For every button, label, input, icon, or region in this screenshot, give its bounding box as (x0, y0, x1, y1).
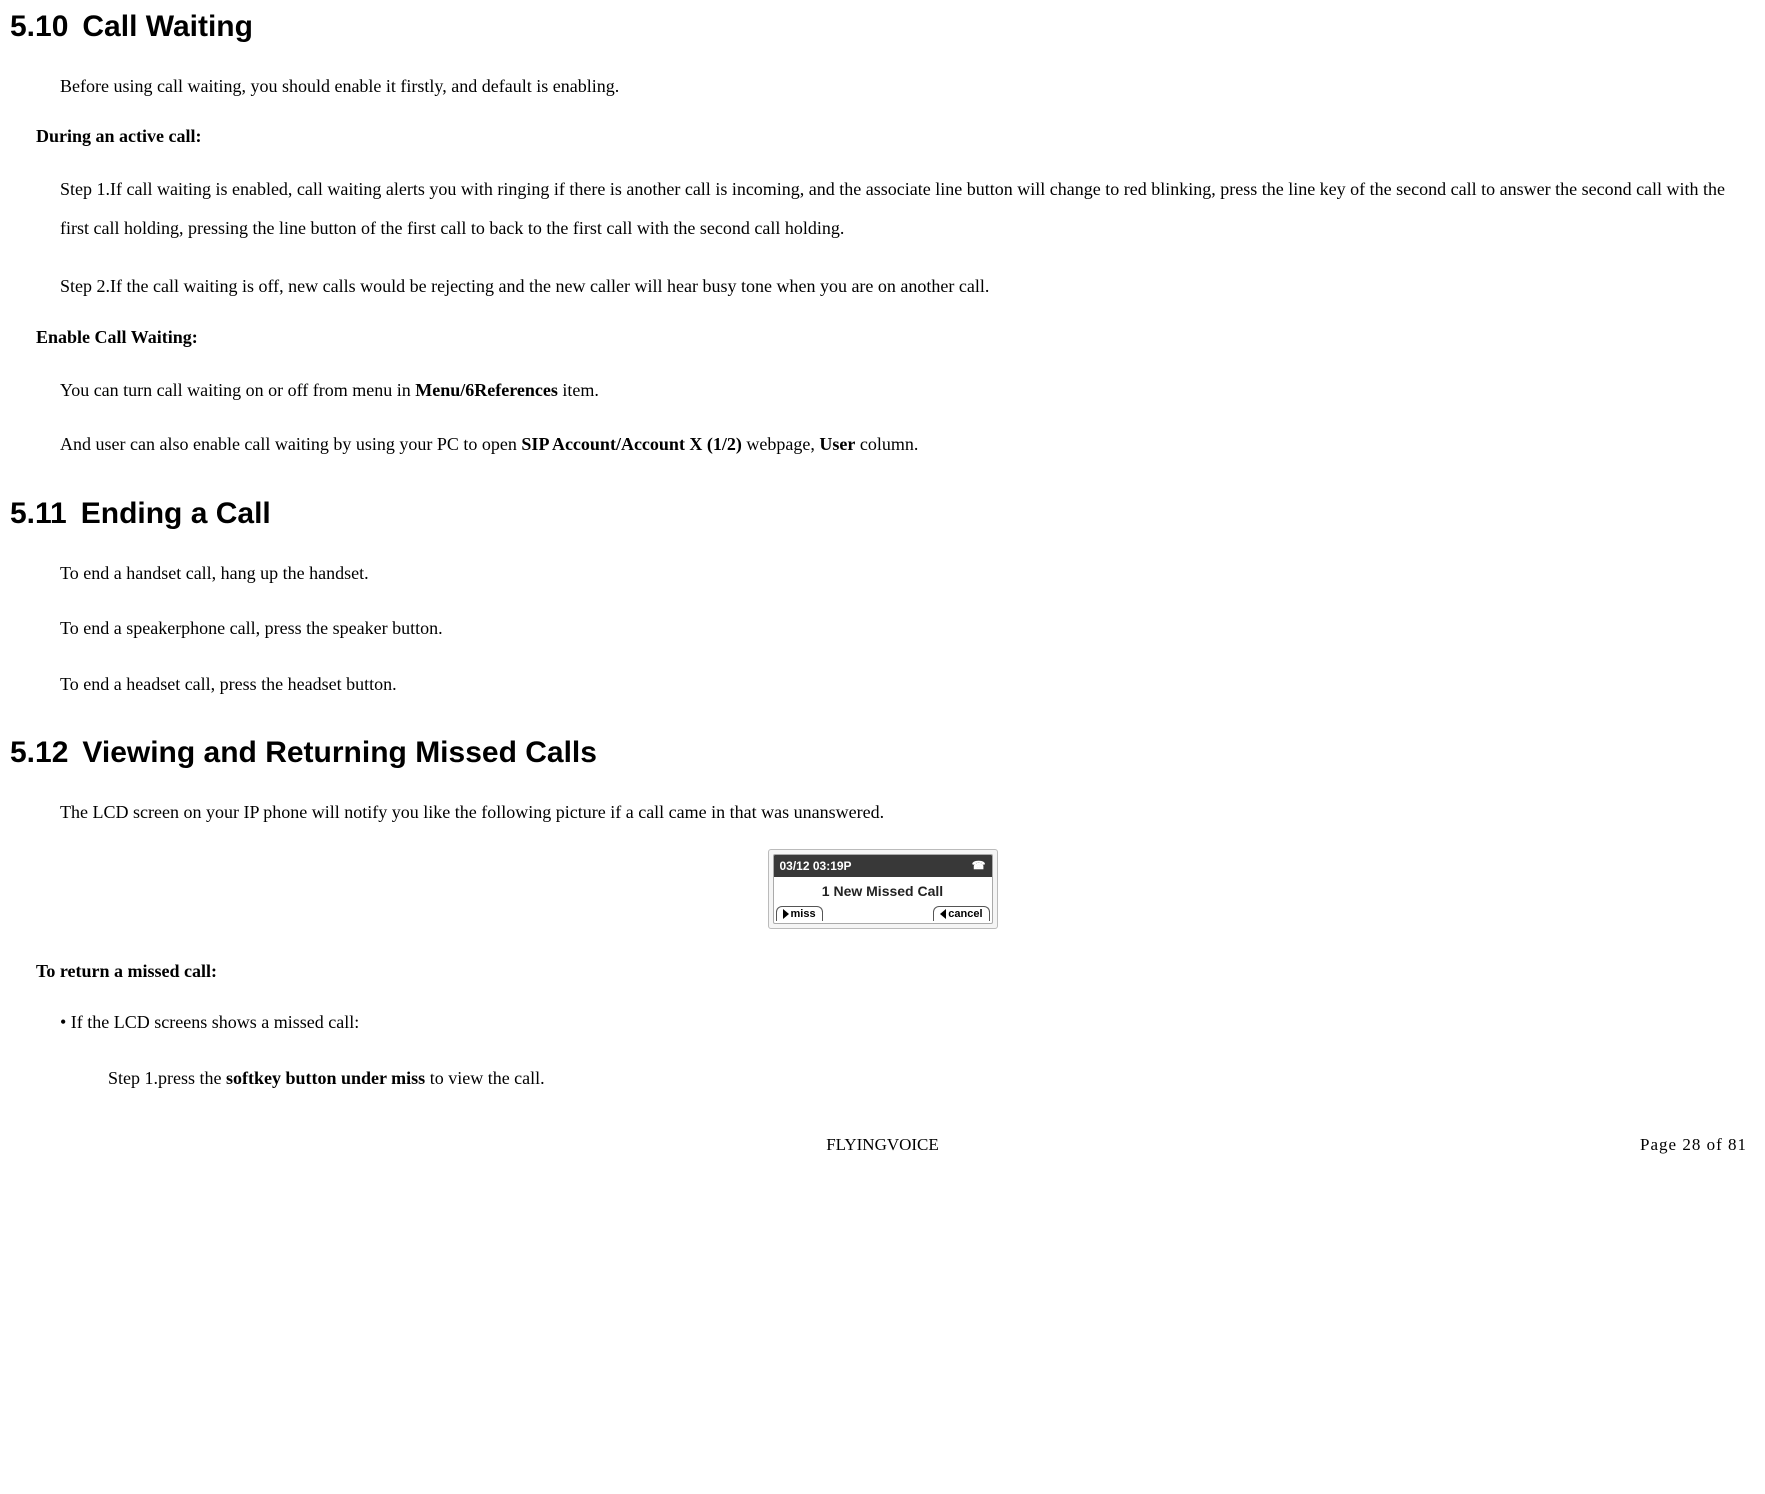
softkey-label: miss (791, 907, 816, 921)
bold-menu-references: Menu/6References (415, 380, 558, 400)
lcd-frame: 03/12 03:19P ☎ 1 New Missed Call miss ca… (768, 849, 998, 929)
enable-line-2: And user can also enable call waiting by… (60, 425, 1755, 465)
page-footer: FLYINGVOICE Page 28 of 81 (10, 1132, 1755, 1158)
section-heading-5-10: 5.10 Call Waiting (10, 4, 1755, 49)
missed-call-step1: Step 1.press the softkey button under mi… (108, 1059, 1755, 1099)
ending-speaker-text: To end a speakerphone call, press the sp… (60, 609, 1755, 649)
subheading-return-missed-call: To return a missed call: (10, 958, 1755, 985)
softkey-left-icon (783, 909, 789, 919)
text-fragment: webpage, (742, 434, 819, 454)
softkey-right-icon (940, 909, 946, 919)
step-1-text: Step 1.If call waiting is enabled, call … (60, 170, 1755, 249)
text-fragment: to view the call. (425, 1068, 544, 1088)
bold-softkey-miss: softkey button under miss (226, 1068, 425, 1088)
ending-headset-text: To end a headset call, press the headset… (60, 665, 1755, 705)
footer-page-number: Page 28 of 81 (1640, 1132, 1747, 1158)
intro-text: Before using call waiting, you should en… (60, 67, 1755, 107)
step-2-text: Step 2.If the call waiting is off, new c… (60, 267, 1755, 307)
subheading-enable-call-waiting: Enable Call Waiting: (10, 324, 1755, 351)
section-heading-5-11: 5.11 Ending a Call (10, 491, 1755, 536)
lcd-screenshot: 03/12 03:19P ☎ 1 New Missed Call miss ca… (10, 849, 1755, 932)
footer-brand: FLYINGVOICE (826, 1132, 939, 1158)
section-title: Viewing and Returning Missed Calls (82, 730, 597, 775)
section-title: Call Waiting (82, 4, 253, 49)
section-number: 5.10 (10, 4, 68, 49)
section-number: 5.12 (10, 730, 68, 775)
lcd-softkey-bar: miss cancel (774, 906, 992, 923)
phone-icon: ☎ (972, 858, 986, 875)
text-fragment: You can turn call waiting on or off from… (60, 380, 415, 400)
lcd-message: 1 New Missed Call (774, 877, 992, 906)
softkey-label: cancel (948, 907, 982, 921)
section-number: 5.11 (10, 491, 67, 536)
text-fragment: Step 1.press the (108, 1068, 226, 1088)
bold-user: User (819, 434, 855, 454)
section-heading-5-12: 5.12 Viewing and Returning Missed Calls (10, 730, 1755, 775)
section-title: Ending a Call (81, 491, 271, 536)
missed-calls-intro: The LCD screen on your IP phone will not… (60, 793, 1755, 833)
lcd-softkey-cancel: cancel (933, 906, 989, 921)
lcd-inner: 03/12 03:19P ☎ 1 New Missed Call miss ca… (773, 854, 993, 924)
lcd-status-bar: 03/12 03:19P ☎ (774, 855, 992, 877)
text-fragment: And user can also enable call waiting by… (60, 434, 521, 454)
lcd-time: 03/12 03:19P (780, 857, 852, 875)
text-fragment: item. (558, 380, 599, 400)
lcd-softkey-miss: miss (776, 906, 823, 921)
ending-handset-text: To end a handset call, hang up the hands… (60, 554, 1755, 594)
subheading-during-active-call: During an active call: (10, 123, 1755, 150)
text-fragment: column. (855, 434, 918, 454)
missed-call-bullet: • If the LCD screens shows a missed call… (60, 1003, 1755, 1043)
enable-line-1: You can turn call waiting on or off from… (60, 371, 1755, 411)
bold-sip-account: SIP Account/Account X (1/2) (521, 434, 742, 454)
